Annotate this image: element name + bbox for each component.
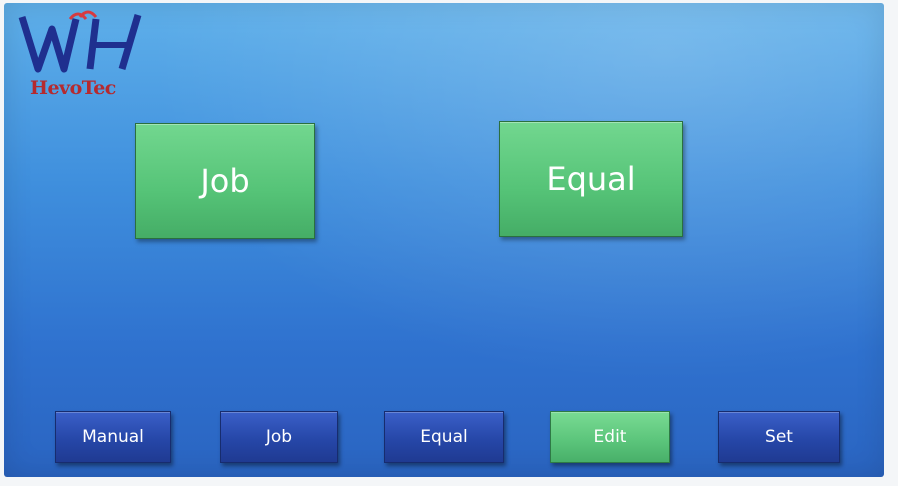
hevotec-logo-icon [18, 10, 142, 73]
brand-name: HevoTec [30, 77, 116, 99]
nav-job-button[interactable]: Job [220, 411, 338, 463]
nav-edit-button[interactable]: Edit [550, 411, 670, 463]
nav-manual-button[interactable]: Manual [55, 411, 171, 463]
nav-equal-button[interactable]: Equal [384, 411, 504, 463]
job-main-button[interactable]: Job [135, 123, 315, 239]
equal-main-button[interactable]: Equal [499, 121, 683, 237]
hmi-screen: HevoTec Job Equal Manual Job Equal Edit … [4, 3, 884, 477]
nav-set-button[interactable]: Set [718, 411, 840, 463]
hevotec-logo: HevoTec [18, 9, 148, 99]
